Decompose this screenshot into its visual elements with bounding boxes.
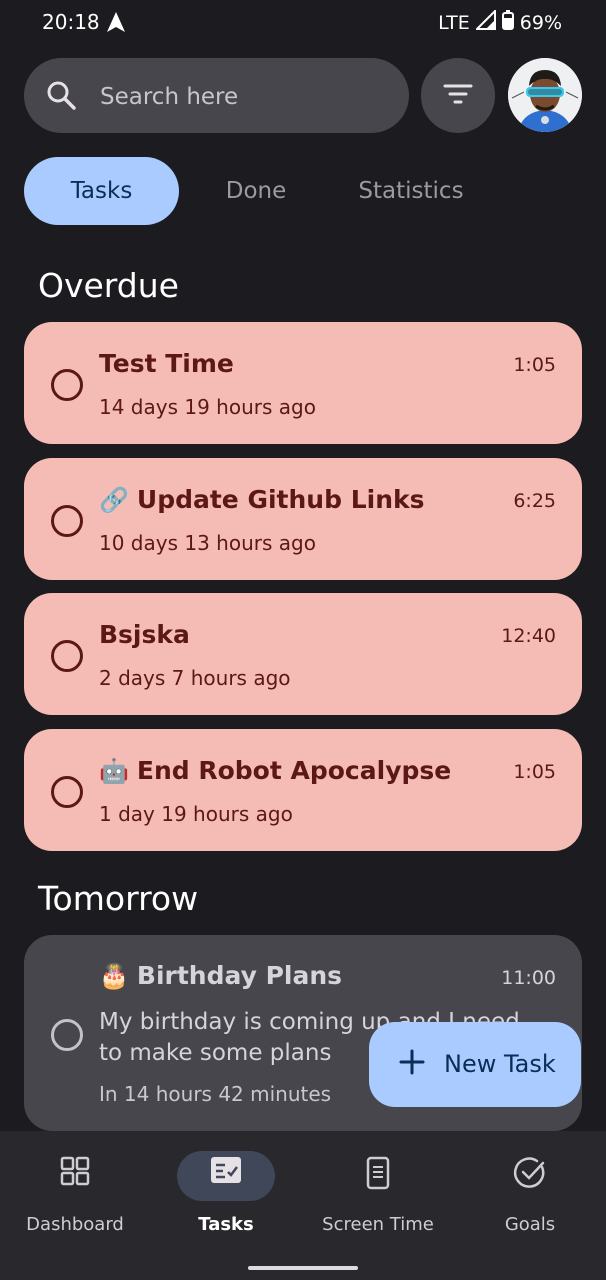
link-icon: 🔗 xyxy=(99,486,129,514)
task-relative-time: 10 days 13 hours ago xyxy=(99,531,316,555)
bottom-navigation: Dashboard Tasks Screen Time Goals xyxy=(0,1131,606,1280)
plus-icon xyxy=(399,1049,425,1079)
nav-label: Dashboard xyxy=(26,1214,124,1235)
task-time: 1:05 xyxy=(513,761,556,783)
section-title-tomorrow: Tomorrow xyxy=(38,879,199,918)
task-time: 12:40 xyxy=(501,625,556,647)
nav-label: Goals xyxy=(504,1214,556,1235)
task-title: Test Time xyxy=(99,349,234,378)
task-relative-time: 14 days 19 hours ago xyxy=(99,395,316,419)
task-title-text: Birthday Plans xyxy=(136,961,343,990)
navigation-arrow-icon xyxy=(106,11,126,37)
search-bar[interactable] xyxy=(24,58,409,135)
avatar[interactable] xyxy=(508,58,582,132)
robot-icon: 🤖 xyxy=(99,757,129,785)
phone-icon xyxy=(366,1156,390,1194)
grid-icon xyxy=(60,1156,90,1190)
battery-percent: 69% xyxy=(519,11,562,34)
nav-label: Screen Time xyxy=(322,1214,434,1235)
task-title: 🔗 Update Github Links xyxy=(99,485,425,514)
task-title-text: Bsjska xyxy=(99,620,190,649)
task-time: 1:05 xyxy=(513,354,556,376)
tab-tasks[interactable]: Tasks xyxy=(24,157,179,225)
task-card[interactable]: Test Time 1:05 14 days 19 hours ago xyxy=(24,322,582,444)
signal-icon xyxy=(474,8,496,35)
check-circle-icon xyxy=(513,1156,547,1194)
search-input[interactable] xyxy=(98,58,392,135)
nav-item-goals[interactable]: Goals xyxy=(455,1131,605,1251)
search-icon xyxy=(46,80,76,114)
task-checkbox[interactable] xyxy=(51,640,83,672)
filter-icon xyxy=(443,83,473,109)
task-card[interactable]: 🔗 Update Github Links 6:25 10 days 13 hou… xyxy=(24,458,582,580)
task-title-text: Test Time xyxy=(99,349,234,378)
status-bar: 20:18 LTE 69% xyxy=(0,0,606,46)
tab-statistics[interactable]: Statistics xyxy=(330,157,492,225)
task-relative-time: 2 days 7 hours ago xyxy=(99,666,291,690)
battery-icon xyxy=(501,10,514,35)
task-title-text: Update Github Links xyxy=(136,485,425,514)
nav-item-tasks[interactable]: Tasks xyxy=(151,1131,301,1251)
task-card[interactable]: Bsjska 12:40 2 days 7 hours ago xyxy=(24,593,582,715)
task-relative-time: In 14 hours 42 minutes xyxy=(99,1082,332,1106)
task-card[interactable]: 🤖 End Robot Apocalypse 1:05 1 day 19 hour… xyxy=(24,729,582,851)
task-title-text: End Robot Apocalypse xyxy=(136,756,452,785)
task-time: 6:25 xyxy=(513,490,556,512)
task-relative-time: 1 day 19 hours ago xyxy=(99,802,293,826)
task-checkbox[interactable] xyxy=(51,369,83,401)
task-time: 11:00 xyxy=(501,967,556,989)
new-task-button[interactable]: New Task xyxy=(369,1022,581,1107)
task-checkbox[interactable] xyxy=(51,776,83,808)
filter-button[interactable] xyxy=(421,58,495,133)
new-task-label: New Task xyxy=(444,1050,556,1078)
home-indicator[interactable] xyxy=(248,1266,358,1270)
network-type: LTE xyxy=(438,11,470,34)
task-checkbox[interactable] xyxy=(51,1019,83,1051)
section-title-overdue: Overdue xyxy=(38,266,179,305)
task-title: 🎂 Birthday Plans xyxy=(99,961,342,990)
task-list-icon xyxy=(210,1156,242,1188)
status-time: 20:18 xyxy=(42,10,100,34)
task-checkbox[interactable] xyxy=(51,505,83,537)
nav-label: Tasks xyxy=(198,1214,254,1235)
nav-item-screen-time[interactable]: Screen Time xyxy=(303,1131,453,1251)
cake-icon: 🎂 xyxy=(99,962,129,990)
status-indicators: LTE 69% xyxy=(438,8,562,35)
task-title: Bsjska xyxy=(99,620,190,649)
tab-done[interactable]: Done xyxy=(200,157,312,225)
task-title: 🤖 End Robot Apocalypse xyxy=(99,756,451,785)
nav-item-dashboard[interactable]: Dashboard xyxy=(0,1131,150,1251)
